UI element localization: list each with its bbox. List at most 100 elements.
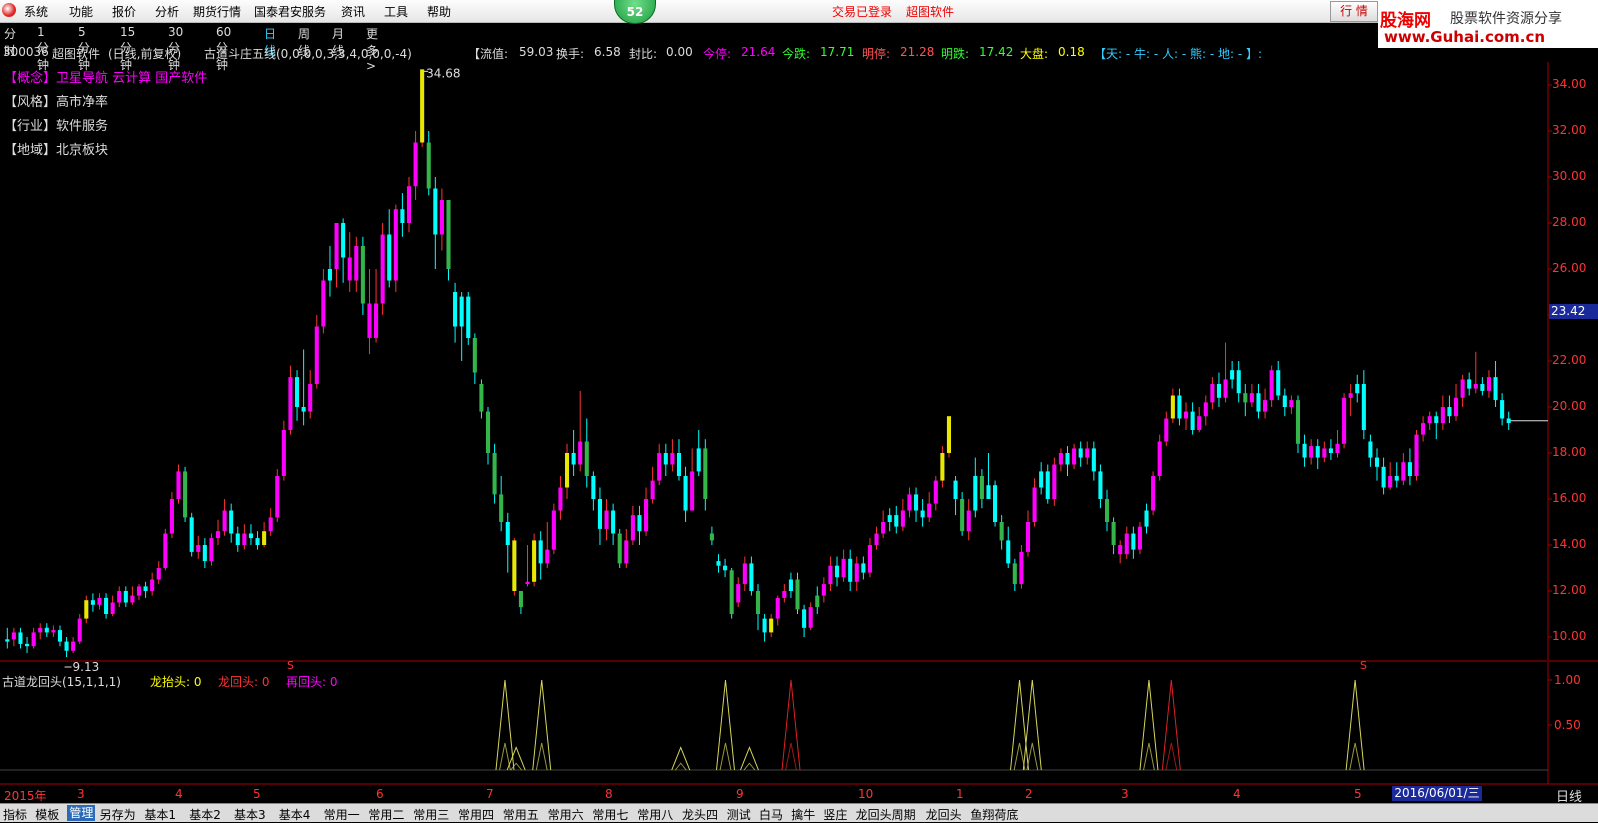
candle-body — [723, 565, 728, 571]
candle-body — [123, 591, 128, 603]
date-label: 2015年 — [4, 789, 47, 803]
candle-body — [1440, 407, 1445, 424]
candle-body — [1342, 397, 1347, 444]
candle-body — [1500, 400, 1505, 419]
indicator-tab[interactable]: 指标 — [3, 806, 27, 823]
candle-body — [268, 517, 273, 532]
indicator-tab[interactable]: 龙回头 — [926, 806, 962, 823]
candle-body — [637, 515, 642, 532]
candle-body — [479, 384, 484, 412]
indicator-tab[interactable]: 常用二 — [368, 806, 404, 823]
indicator-tab[interactable]: 龙回头周期 — [856, 806, 916, 823]
candle-body — [262, 531, 267, 545]
price-axis: 34.0032.0030.0028.0026.0024.0022.0020.00… — [1548, 62, 1598, 777]
candle-body — [281, 430, 286, 476]
candle-body — [459, 296, 464, 327]
indicator-tab[interactable]: 管理 — [67, 805, 96, 821]
candle-body — [1065, 453, 1070, 465]
candle-body — [1480, 384, 1485, 391]
indicator-tab[interactable]: 竖庄 — [823, 806, 847, 823]
candle-body — [1407, 462, 1412, 476]
candle-body — [914, 494, 919, 511]
candle-body — [887, 515, 892, 522]
price-tick-label: 10.00 — [1552, 629, 1587, 643]
candle-body — [1506, 418, 1511, 424]
candle-body — [71, 641, 76, 651]
date-label: 4 — [1233, 787, 1241, 801]
candle-body — [321, 280, 326, 327]
kline-chart[interactable]: 1.000.50 34.68 9.13 S S — [0, 0, 1598, 821]
indicator-tab[interactable]: 龙头四 — [682, 806, 718, 823]
indicator-tab[interactable]: 常用七 — [592, 806, 628, 823]
candle-body — [736, 584, 741, 603]
indicator-tab[interactable]: 擒牛 — [791, 806, 815, 823]
candle-body — [1348, 393, 1353, 398]
indicator-tab[interactable]: 常用五 — [503, 806, 539, 823]
candle-body — [1460, 379, 1465, 398]
erhuitou-value: 再回头: 0 — [286, 675, 338, 689]
candle-body — [993, 485, 998, 522]
candle-body — [1058, 453, 1063, 465]
candle-body — [604, 510, 609, 529]
candle-body — [433, 188, 438, 235]
candle-body — [413, 142, 418, 187]
date-label: 5 — [1354, 787, 1362, 801]
candle-body — [130, 595, 135, 603]
candle-body — [966, 510, 971, 532]
candle-body — [624, 540, 629, 564]
candle-body — [196, 545, 201, 552]
candle-body — [1197, 416, 1202, 430]
indicator-tab[interactable]: 基本1 — [144, 806, 176, 823]
date-label: 9 — [736, 787, 744, 801]
high-price-annotation: 34.68 — [426, 66, 460, 80]
indicator-tab[interactable]: 常用一 — [324, 806, 360, 823]
candle-body — [38, 627, 43, 633]
indicator-peak — [781, 679, 801, 771]
candle-body — [222, 510, 227, 532]
price-tick-label: 26.00 — [1552, 261, 1587, 275]
candle-body — [1177, 395, 1182, 419]
candle-body — [848, 558, 853, 582]
indicator-tab[interactable]: 白马 — [759, 806, 783, 823]
indicator-peak-inner — [674, 762, 687, 771]
indicator-peak-inner — [535, 742, 548, 771]
candle-body — [1039, 471, 1044, 488]
candle-body — [367, 303, 372, 338]
candle-body — [1322, 448, 1327, 458]
indicator-tab[interactable]: 常用四 — [458, 806, 494, 823]
candle-body — [1328, 448, 1333, 453]
indicator-tab[interactable]: 基本4 — [279, 806, 311, 823]
indicator-tab[interactable]: 常用六 — [548, 806, 584, 823]
candle-body — [156, 568, 161, 580]
current-price-marker: 23.42 — [1549, 304, 1598, 319]
candle-body — [11, 632, 16, 640]
candle-body — [472, 338, 477, 373]
candle-body — [235, 533, 240, 545]
candle-body — [84, 600, 89, 619]
indicator-tab[interactable]: 基本3 — [234, 806, 266, 823]
indicator-tab[interactable]: 测试 — [727, 806, 751, 823]
lower-indicator-name[interactable]: 古道龙回头(15,1,1,1) — [2, 673, 121, 690]
candle-body — [31, 632, 36, 647]
indicator-tab[interactable]: 模板 — [35, 806, 59, 823]
candle-body — [104, 597, 109, 614]
indicator-tab[interactable]: 常用三 — [413, 806, 449, 823]
candle-body — [1223, 379, 1228, 398]
candle-body — [400, 209, 405, 223]
candle-body — [1124, 533, 1129, 555]
candle-body — [703, 448, 708, 499]
candle-body — [1157, 441, 1162, 476]
indicator-tab[interactable]: 基本2 — [189, 806, 221, 823]
candle-body — [1295, 400, 1301, 444]
indicator-tab[interactable]: 另存为 — [100, 806, 136, 823]
indicator-tab[interactable]: 鱼翔荷底 — [970, 806, 1018, 823]
indicator-peak-inner — [510, 762, 522, 771]
candle-body — [927, 503, 932, 518]
indicator-tab[interactable]: 常用八 — [637, 806, 673, 823]
candle-body — [1374, 457, 1380, 467]
candle-body — [663, 453, 668, 465]
candle-body — [999, 522, 1004, 541]
candle-body — [485, 411, 491, 453]
candle-body — [77, 618, 82, 642]
candle-body — [782, 591, 787, 598]
